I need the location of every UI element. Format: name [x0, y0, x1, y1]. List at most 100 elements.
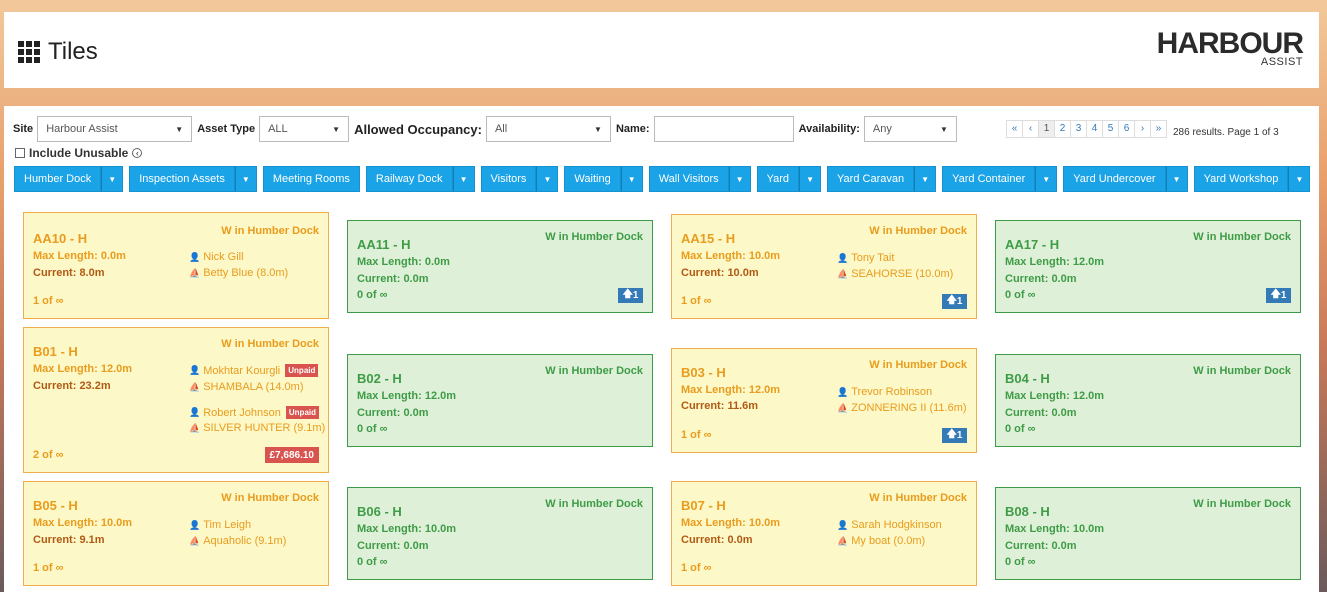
- page-last[interactable]: »: [1150, 119, 1167, 138]
- tile-aa17[interactable]: AA17 - H W in Humber Dock Max Length: 12…: [995, 220, 1301, 313]
- tile-b03[interactable]: B03 - H W in Humber Dock Max Length: 12.…: [671, 348, 977, 453]
- tile-b05[interactable]: B05 - H W in Humber Dock Max Length: 10.…: [23, 481, 329, 586]
- chevron-down-icon[interactable]: ▼: [1288, 166, 1311, 192]
- tile-location: W in Humber Dock: [869, 225, 967, 237]
- occupant-boat[interactable]: ⛵ ZONNERING II (11.6m): [837, 402, 967, 414]
- chevron-down-icon[interactable]: ▼: [799, 166, 822, 192]
- site-select[interactable]: Harbour Assist ▼: [37, 116, 193, 142]
- tile-b01[interactable]: B01 - H W in Humber Dock Max Length: 12.…: [23, 327, 329, 473]
- boat-icon: ⛵: [837, 402, 849, 413]
- chevron-down-icon[interactable]: ▼: [452, 166, 475, 192]
- move-up-badge[interactable]: 🡅 1: [942, 428, 967, 443]
- occupant-person[interactable]: 👤 Nick Gill: [189, 251, 244, 263]
- inspection-assets-button[interactable]: Inspection Assets: [129, 166, 235, 192]
- railway-dock-button[interactable]: Railway Dock: [365, 166, 453, 192]
- yard-container-button[interactable]: Yard Container: [942, 166, 1036, 192]
- move-up-badge[interactable]: 🡅 1: [618, 288, 643, 303]
- page-6[interactable]: 6: [1118, 119, 1135, 138]
- person-name: Tony Tait: [851, 252, 895, 264]
- tile-current: Current: 0.0m: [1005, 540, 1077, 552]
- page-first[interactable]: «: [1006, 119, 1023, 138]
- amount-due-badge[interactable]: £7,686.10: [264, 447, 319, 463]
- occupant-person[interactable]: 👤 Tim Leigh: [189, 519, 251, 531]
- chevron-down-icon[interactable]: ▼: [914, 166, 937, 192]
- tile-b06[interactable]: B06 - H W in Humber Dock Max Length: 10.…: [347, 487, 653, 580]
- yard-caravan-button[interactable]: Yard Caravan: [827, 166, 915, 192]
- tile-b07[interactable]: B07 - H W in Humber Dock Max Length: 10.…: [671, 481, 977, 586]
- chevron-down-icon[interactable]: ▼: [1165, 166, 1188, 192]
- name-input[interactable]: [653, 116, 794, 142]
- tile-current: Current: 10.0m: [681, 267, 759, 279]
- occupant-person[interactable]: 👤 Tony Tait: [837, 252, 894, 264]
- availability-value: Any: [872, 123, 892, 135]
- tile-aa15[interactable]: AA15 - H W in Humber Dock Max Length: 10…: [671, 214, 977, 319]
- tile-location: W in Humber Dock: [545, 498, 643, 510]
- tile-location: W in Humber Dock: [869, 492, 967, 504]
- page-5[interactable]: 5: [1102, 119, 1119, 138]
- tile-b04[interactable]: B04 - H W in Humber Dock Max Length: 12.…: [995, 354, 1301, 447]
- asset-type-label: Asset Type: [197, 123, 256, 135]
- page-3[interactable]: 3: [1070, 119, 1087, 138]
- tile-b08[interactable]: B08 - H W in Humber Dock Max Length: 10.…: [995, 487, 1301, 580]
- page-header: Tiles HARBOUR ASSIST: [4, 12, 1319, 88]
- yard-group: Yard ▼: [756, 166, 822, 192]
- tile-max-length: Max Length: 10.0m: [681, 517, 781, 529]
- chevron-down-icon[interactable]: ▼: [536, 166, 559, 192]
- occupant-boat[interactable]: ⛵ Betty Blue (8.0m): [189, 267, 288, 279]
- occupant-boat[interactable]: ⛵ Aquaholic (9.1m): [189, 535, 286, 547]
- tile-b02[interactable]: B02 - H W in Humber Dock Max Length: 12.…: [347, 354, 653, 447]
- tile-count: 1 of ∞: [681, 562, 712, 574]
- page-1[interactable]: 1: [1038, 119, 1055, 138]
- chevron-down-icon[interactable]: ▼: [620, 166, 643, 192]
- site-select-value: Harbour Assist: [46, 123, 118, 135]
- wall-visitors-button[interactable]: Wall Visitors: [648, 166, 729, 192]
- boat-icon: ⛵: [189, 267, 201, 278]
- chevron-down-icon[interactable]: ▼: [101, 166, 124, 192]
- page-4[interactable]: 4: [1086, 119, 1103, 138]
- occupant-person[interactable]: 👤 Mokhtar Kourgli Unpaid: [189, 364, 319, 377]
- tile-location: W in Humber Dock: [545, 231, 643, 243]
- occupant-boat[interactable]: ⛵ My boat (0.0m): [837, 535, 925, 547]
- occupant-boat-2[interactable]: ⛵ SILVER HUNTER (9.1m): [189, 422, 325, 434]
- page-prev[interactable]: ‹: [1022, 119, 1039, 138]
- chevron-down-icon[interactable]: ▼: [234, 166, 257, 192]
- site-label: Site: [13, 123, 34, 135]
- waiting-button[interactable]: Waiting: [564, 166, 621, 192]
- tile-current: Current: 9.1m: [33, 534, 105, 546]
- tile-current: Current: 0.0m: [357, 540, 429, 552]
- tile-location: W in Humber Dock: [545, 365, 643, 377]
- occupancy-label: Allowed Occupancy:: [354, 121, 482, 137]
- tile-current: Current: 11.6m: [681, 400, 759, 412]
- include-unusable-checkbox[interactable]: [15, 148, 25, 158]
- occupant-person[interactable]: 👤 Sarah Hodgkinson: [837, 519, 942, 531]
- results-info: 286 results. Page 1 of 3: [1173, 127, 1279, 138]
- chevron-down-icon[interactable]: ▼: [728, 166, 751, 192]
- tile-aa11[interactable]: AA11 - H W in Humber Dock Max Length: 0.…: [347, 220, 653, 313]
- tile-location: W in Humber Dock: [221, 225, 319, 237]
- tile-aa10[interactable]: AA10 - H W in Humber Dock Max Length: 0.…: [23, 212, 329, 319]
- user-icon: 👤: [837, 519, 849, 530]
- humber-dock-button[interactable]: Humber Dock: [14, 166, 102, 192]
- tile-max-length: Max Length: 12.0m: [33, 363, 133, 375]
- tile-name: AA17 - H: [1005, 237, 1060, 252]
- asset-type-select[interactable]: ALL ▼: [259, 116, 350, 142]
- tile-count: 0 of ∞: [1005, 289, 1036, 301]
- meeting-rooms-button[interactable]: Meeting Rooms: [262, 166, 360, 192]
- page-next[interactable]: ›: [1134, 119, 1151, 138]
- move-up-badge[interactable]: 🡅 1: [942, 294, 967, 309]
- tile-max-length: Max Length: 10.0m: [33, 517, 133, 529]
- yard-button[interactable]: Yard: [756, 166, 800, 192]
- info-icon[interactable]: ‹: [132, 148, 143, 158]
- occupant-boat[interactable]: ⛵ SHAMBALA (14.0m): [189, 381, 303, 393]
- page-2[interactable]: 2: [1054, 119, 1071, 138]
- yard-workshop-button[interactable]: Yard Workshop: [1193, 166, 1289, 192]
- occupancy-select[interactable]: All ▼: [485, 116, 611, 142]
- occupant-person-2[interactable]: 👤 Robert Johnson Unpaid: [189, 406, 319, 419]
- occupant-person[interactable]: 👤 Trevor Robinson: [837, 386, 932, 398]
- occupant-boat[interactable]: ⛵ SEAHORSE (10.0m): [837, 268, 953, 280]
- visitors-button[interactable]: Visitors: [480, 166, 537, 192]
- yard-undercover-button[interactable]: Yard Undercover: [1063, 166, 1166, 192]
- chevron-down-icon[interactable]: ▼: [1035, 166, 1058, 192]
- move-up-badge[interactable]: 🡅 1: [1266, 288, 1291, 303]
- availability-select[interactable]: Any ▼: [863, 116, 957, 142]
